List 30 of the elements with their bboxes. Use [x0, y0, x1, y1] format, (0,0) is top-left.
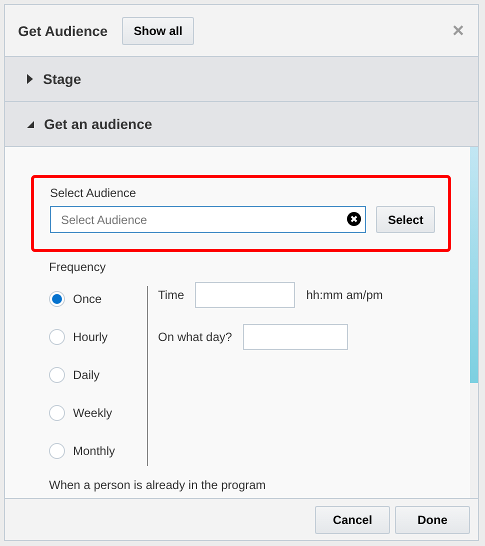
radio-button[interactable] — [49, 443, 65, 459]
clear-icon[interactable] — [347, 212, 361, 226]
caret-icon — [27, 120, 34, 128]
time-label: Time — [158, 288, 184, 302]
time-field[interactable] — [195, 282, 296, 308]
cancel-button[interactable]: Cancel — [315, 506, 390, 534]
radio-button[interactable] — [49, 291, 65, 307]
day-field[interactable] — [243, 324, 348, 350]
done-button[interactable]: Done — [395, 506, 470, 534]
radio-button[interactable] — [49, 367, 65, 383]
section-header[interactable]: Stage — [5, 57, 478, 102]
scrollbar[interactable] — [470, 147, 478, 498]
show-all-button[interactable]: Show all — [122, 16, 194, 44]
radio-label: Once — [73, 292, 102, 306]
section-header[interactable]: Get an audience — [5, 102, 478, 147]
audience-field[interactable]: Select Audience — [50, 206, 366, 233]
caret-icon — [27, 74, 33, 84]
radio-label: Hourly — [73, 330, 108, 344]
frequency-label: Frequency — [49, 260, 107, 274]
radio-button[interactable] — [49, 329, 65, 345]
radio-label: Weekly — [73, 406, 112, 420]
dialog-title: Get Audience — [18, 22, 108, 38]
section-label: When a person is already in the program — [49, 478, 267, 492]
day-label: On what day? — [158, 330, 232, 344]
select-button[interactable]: Select — [376, 206, 436, 233]
radio-label: Daily — [73, 368, 100, 382]
field-label: Select Audience — [50, 186, 138, 200]
radio-button[interactable] — [49, 405, 65, 421]
radio-label: Monthly — [73, 444, 116, 458]
time-hint: hh:mm am/pm — [306, 288, 383, 302]
